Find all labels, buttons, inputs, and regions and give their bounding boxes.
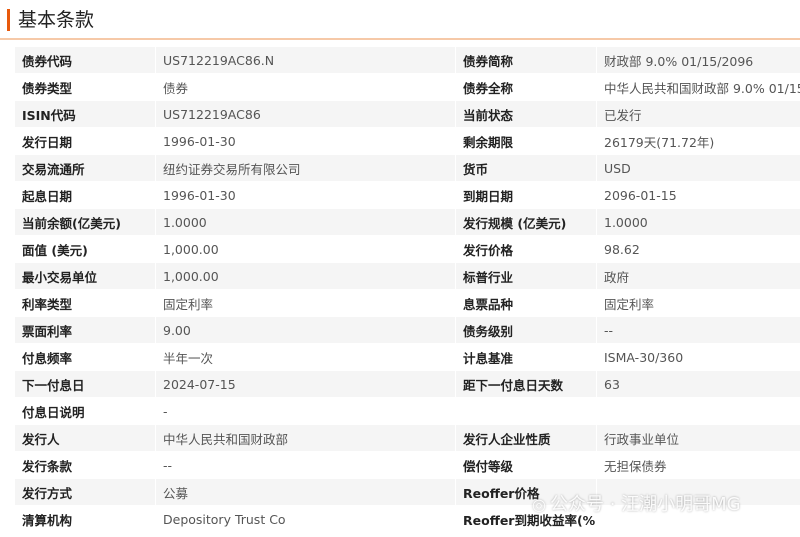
field-label: 到期日期 (455, 181, 597, 209)
field-label: 发行日期 (14, 127, 156, 155)
table-row: 当前余额(亿美元) 1.0000 发行规模 (亿美元) 1.0000 (14, 208, 800, 236)
table-row: 下一付息日 2024-07-15 距下一付息日天数 63 (14, 370, 800, 398)
field-label: 息票品种 (455, 289, 597, 317)
field-value: 债券 (155, 73, 456, 101)
field-value: 1996-01-30 (155, 181, 456, 209)
table-row: 债券类型债券债券全称中华人民共和国财政部 9.0% 01/15/2096 (14, 73, 800, 101)
table-row: 票面利率 9.00 债务级别 -- (14, 316, 800, 344)
field-value: 63 (596, 370, 800, 398)
field-value: 1996-01-30 (155, 127, 456, 155)
bond-terms-table: 债券代码 US712219AC86.N 债券简称 财政部 9.0% 01/15/209… (14, 46, 800, 533)
field-label: 偿付等级 (455, 451, 597, 479)
table-row: ISIN代码 US712219AC86 当前状态 已发行 (14, 100, 800, 128)
field-label: 交易流通所 (14, 154, 156, 182)
field-label: 票面利率 (14, 316, 156, 344)
field-value: 纽约证券交易所有限公司 (155, 154, 456, 182)
field-label: 面值 (美元) (14, 235, 156, 263)
field-value: 财政部 9.0% 01/15/2096 (596, 46, 800, 74)
field-value: US712219AC86 (155, 100, 456, 128)
field-label: 利率类型 (14, 289, 156, 317)
field-value: 2096-01-15 (596, 181, 800, 209)
field-value: - (155, 397, 456, 425)
field-value: 98.62 (596, 235, 800, 263)
table-row: 最小交易单位 1,000.00 标普行业 政府 (14, 262, 800, 290)
field-value: 2024-07-15 (155, 370, 456, 398)
field-label: 下一付息日 (14, 370, 156, 398)
field-value: 公募 (155, 478, 456, 506)
field-label: Reoffer到期收益率(%) (455, 505, 597, 533)
field-value: USD (596, 154, 800, 182)
table-row: 发行人 中华人民共和国财政部 发行人企业性质 行政事业单位 (14, 424, 800, 452)
field-label: 发行方式 (14, 478, 156, 506)
field-value: 半年一次 (155, 343, 456, 371)
field-label: 当前余额(亿美元) (14, 208, 156, 236)
field-label: 最小交易单位 (14, 262, 156, 290)
field-label: 距下一付息日天数 (455, 370, 597, 398)
section-title: 基本条款 (18, 9, 95, 31)
field-label: Reoffer价格 (455, 478, 597, 506)
field-label: 清算机构 (14, 505, 156, 533)
table-row: 发行条款 -- 偿付等级 无担保债券 (14, 451, 800, 479)
table-row: 付息频率 半年一次 计息基准 ISMA-30/360 (14, 343, 800, 371)
field-value: 1,000.00 (155, 262, 456, 290)
field-label: 债券全称 (455, 73, 597, 101)
field-value: 已发行 (596, 100, 800, 128)
field-label: 债券简称 (455, 46, 597, 74)
field-value: Depository Trust Co (155, 505, 456, 533)
table-row: 利率类型 固定利率 息票品种 固定利率 (14, 289, 800, 317)
field-label: 付息频率 (14, 343, 156, 371)
field-value: 1.0000 (596, 208, 800, 236)
field-value: 固定利率 (596, 289, 800, 317)
field-label: 发行价格 (455, 235, 597, 263)
table-row: 发行方式 公募 Reoffer价格 (14, 478, 800, 506)
field-value: 政府 (596, 262, 800, 290)
field-value: 中华人民共和国财政部 (155, 424, 456, 452)
field-label (455, 397, 597, 425)
field-value: -- (155, 451, 456, 479)
field-value: 1.0000 (155, 208, 456, 236)
field-label: 发行条款 (14, 451, 156, 479)
field-value (596, 397, 800, 425)
field-value: 固定利率 (155, 289, 456, 317)
field-value (596, 478, 800, 506)
table-row: 面值 (美元) 1,000.00 发行价格 98.62 (14, 235, 800, 263)
field-value: 26179天(71.72年) (596, 127, 800, 155)
table-row: 交易流通所 纽约证券交易所有限公司 货币 USD (14, 154, 800, 182)
field-value (596, 505, 800, 533)
field-label: 货币 (455, 154, 597, 182)
header-accent-bar (7, 9, 10, 31)
field-label: 当前状态 (455, 100, 597, 128)
field-label: 发行人企业性质 (455, 424, 597, 452)
field-value: 中华人民共和国财政部 9.0% 01/15/2096 (596, 73, 800, 101)
field-label: 债券类型 (14, 73, 156, 101)
table-row: 发行日期 1996-01-30 剩余期限 26179天(71.72年) (14, 127, 800, 155)
field-value: 无担保债券 (596, 451, 800, 479)
field-value: -- (596, 316, 800, 344)
field-label: 起息日期 (14, 181, 156, 209)
field-value: 1,000.00 (155, 235, 456, 263)
table-row: 付息日说明 - (14, 397, 800, 425)
field-value: ISMA-30/360 (596, 343, 800, 371)
field-label: 付息日说明 (14, 397, 156, 425)
field-label: 标普行业 (455, 262, 597, 290)
field-value: US712219AC86.N (155, 46, 456, 74)
field-label: 债券代码 (14, 46, 156, 74)
field-value: 9.00 (155, 316, 456, 344)
field-value: 行政事业单位 (596, 424, 800, 452)
field-label: 发行规模 (亿美元) (455, 208, 597, 236)
field-label: 剩余期限 (455, 127, 597, 155)
table-row: 债券代码 US712219AC86.N 债券简称 财政部 9.0% 01/15/209… (14, 46, 800, 74)
section-header: 基本条款 (0, 0, 800, 40)
field-label: 计息基准 (455, 343, 597, 371)
field-label: 债务级别 (455, 316, 597, 344)
table-row: 清算机构 Depository Trust Co Reoffer到期收益率(%) (14, 505, 800, 533)
field-label: ISIN代码 (14, 100, 156, 128)
field-label: 发行人 (14, 424, 156, 452)
table-row: 起息日期 1996-01-30 到期日期 2096-01-15 (14, 181, 800, 209)
